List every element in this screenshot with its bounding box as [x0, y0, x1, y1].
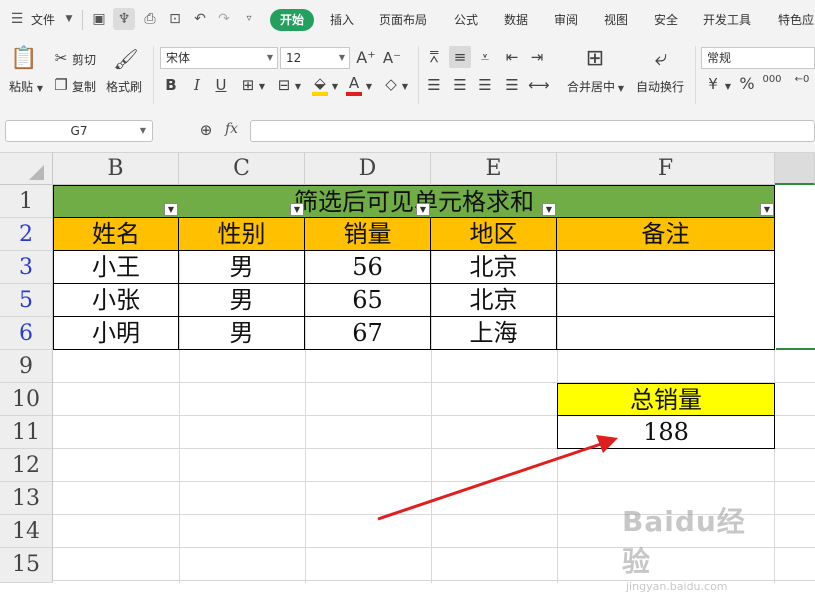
bold-icon[interactable]: B	[163, 76, 179, 94]
number-format-select[interactable]: 常规	[701, 47, 815, 69]
scissors-icon[interactable]: ✂	[52, 49, 70, 67]
watermark-brand: Baidu经验	[622, 505, 746, 578]
copy-icon[interactable]: ❐	[52, 76, 70, 94]
italic-icon[interactable]: I	[189, 76, 205, 94]
thousands-button[interactable]: 000	[762, 74, 782, 86]
increase-decimal-icon[interactable]: ←0	[792, 74, 812, 86]
tab-formulas[interactable]: 公式	[454, 11, 478, 28]
align-center-icon[interactable]: ☰	[451, 76, 469, 94]
justify-icon[interactable]: ☰	[503, 76, 521, 94]
ribbon: 📋 粘贴 ▼ ✂ 剪切 ❐ 复制 🖌 格式刷 宋体 ▼ 12 ▼ A⁺ A⁻ B I…	[0, 40, 815, 109]
watermark-url: jingyan.baidu.com	[626, 580, 728, 593]
brush-icon[interactable]: 🖌	[113, 46, 139, 72]
chevron-down-icon[interactable]: ▼	[401, 78, 409, 96]
tab-review[interactable]: 审阅	[554, 11, 578, 28]
chevron-down-icon[interactable]: ▼	[365, 78, 373, 96]
baidu-watermark: Baidu经验 jingyan.baidu.com	[622, 500, 772, 593]
align-top-icon[interactable]: ⩞	[425, 48, 443, 66]
thousands-label: 000	[762, 74, 782, 85]
align-right-icon[interactable]: ☰	[476, 76, 494, 94]
name-box[interactable]: G7 ▼	[5, 120, 153, 142]
wrap-text-icon[interactable]: ⤶	[648, 46, 674, 72]
tab-start[interactable]: 开始	[270, 9, 314, 31]
underline-icon[interactable]: U	[213, 76, 229, 94]
divider	[82, 10, 83, 30]
font-color-swatch	[346, 92, 362, 96]
hamburger-icon[interactable]: ☰	[8, 10, 26, 28]
font-name-value: 宋体	[166, 51, 191, 65]
font-size-select[interactable]: 12 ▼	[280, 47, 350, 69]
paste-icon[interactable]: 📋	[10, 46, 37, 72]
formula-input[interactable]	[250, 120, 815, 142]
undo-icon[interactable]: ↶	[191, 10, 209, 28]
wrap-text-button[interactable]: 自动换行	[636, 78, 684, 95]
increase-indent-icon[interactable]: ⇥	[528, 48, 546, 66]
chevron-down-icon: ▼	[139, 126, 146, 135]
chevron-down-icon[interactable]: ▼	[258, 78, 266, 96]
merge-center-button[interactable]: 合并居中	[567, 78, 615, 95]
fill-color-icon[interactable]: ⬙	[310, 74, 330, 92]
tab-security[interactable]: 安全	[654, 11, 678, 28]
font-color-icon[interactable]: A	[345, 74, 363, 92]
number-format-value: 常规	[707, 51, 732, 65]
chevron-down-icon[interactable]: ▼	[60, 10, 78, 28]
tab-view[interactable]: 视图	[604, 11, 628, 28]
chevron-down-icon: ▼	[266, 53, 273, 62]
merge-style-icon[interactable]: ⊟	[274, 76, 294, 94]
print-icon[interactable]: ⎙	[141, 10, 159, 28]
customize-icon[interactable]: ▿	[240, 10, 258, 28]
zoom-icon[interactable]: ⊕	[197, 121, 215, 139]
format-painter-icon[interactable]: ♆	[113, 8, 135, 30]
print-preview-icon[interactable]: ⊡	[166, 10, 184, 28]
spreadsheet-grid: B C D E F 1 2 3 5 6 9 10 11 12 13 14 15 …	[0, 153, 815, 593]
font-size-value: 12	[286, 51, 302, 65]
fx-icon[interactable]: fx	[225, 121, 238, 137]
format-painter-button[interactable]: 格式刷	[106, 78, 142, 95]
formula-bar: G7 ▼ ⊕ fx	[0, 108, 815, 153]
tab-developer[interactable]: 开发工具	[703, 11, 751, 28]
copy-button[interactable]: 复制	[72, 78, 96, 95]
chevron-down-icon[interactable]: ▼	[294, 78, 302, 96]
cut-button[interactable]: 剪切	[72, 51, 96, 68]
menu-bar: ☰ 文件 ▼ ▣ ♆ ⎙ ⊡ ↶ ↷ ▿ 开始 插入 页面布局 公式 数据 审阅…	[0, 0, 815, 40]
chevron-down-icon[interactable]: ▼	[724, 78, 732, 96]
fill-color-swatch	[312, 92, 328, 96]
borders-icon[interactable]: ⊞	[238, 76, 258, 94]
chevron-down-icon: ▼	[338, 53, 345, 62]
increase-font-icon[interactable]: A⁺	[356, 49, 376, 67]
chevron-down-icon[interactable]: ▼	[617, 80, 625, 98]
percent-button[interactable]: %	[738, 75, 756, 93]
align-middle-icon[interactable]: ≡	[449, 46, 471, 68]
tab-data[interactable]: 数据	[504, 11, 528, 28]
divider	[153, 46, 154, 104]
divider	[418, 46, 419, 104]
currency-icon[interactable]: ¥	[704, 75, 722, 93]
distribute-icon[interactable]: ⟷	[528, 76, 550, 94]
tab-page-layout[interactable]: 页面布局	[379, 11, 427, 28]
font-name-select[interactable]: 宋体 ▼	[160, 47, 278, 69]
decrease-font-icon[interactable]: A⁻	[382, 49, 402, 67]
redo-icon[interactable]: ↷	[215, 10, 233, 28]
merge-center-icon[interactable]: ⊞	[582, 46, 608, 72]
tab-special[interactable]: 特色应	[778, 11, 814, 28]
chevron-down-icon[interactable]: ▼	[331, 78, 339, 96]
chevron-down-icon[interactable]: ▼	[36, 80, 44, 98]
file-menu[interactable]: 文件	[31, 11, 55, 28]
divider	[695, 46, 696, 104]
save-icon[interactable]: ▣	[90, 10, 108, 28]
eraser-icon[interactable]: ◇	[382, 75, 400, 93]
align-left-icon[interactable]: ☰	[425, 76, 443, 94]
paste-button[interactable]: 粘贴	[9, 78, 33, 95]
name-box-value: G7	[70, 124, 88, 138]
align-bottom-icon[interactable]: ⩡	[476, 48, 494, 66]
decrease-indent-icon[interactable]: ⇤	[503, 48, 521, 66]
tab-insert[interactable]: 插入	[330, 11, 354, 28]
